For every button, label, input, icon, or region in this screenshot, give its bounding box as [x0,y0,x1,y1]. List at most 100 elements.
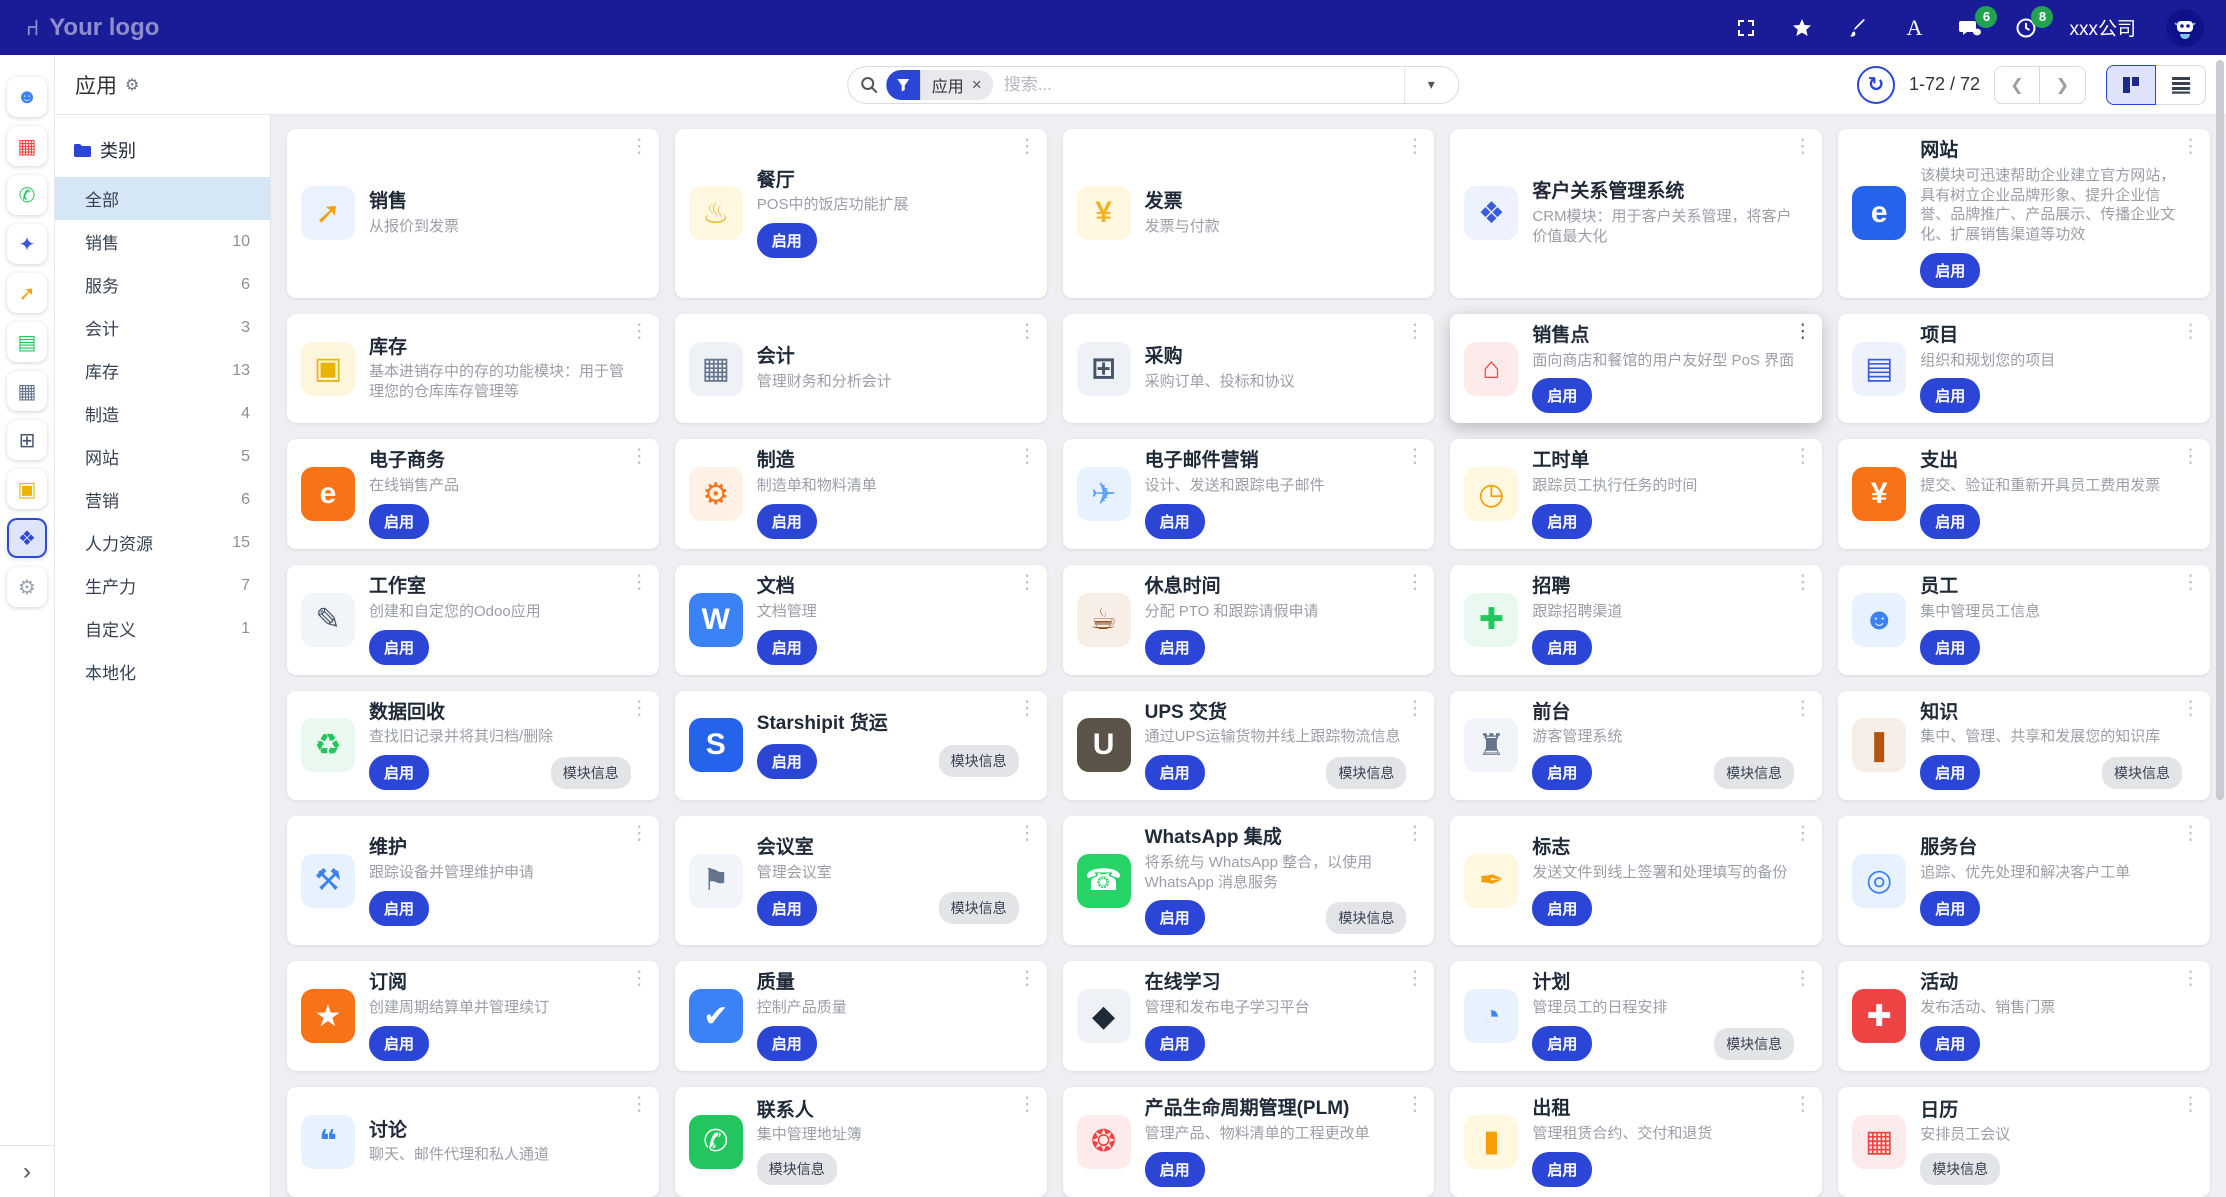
app-card[interactable]: ⋮⚑会议室管理会议室启用模块信息 [675,816,1047,945]
app-card[interactable]: ⋮W文档文档管理启用 [675,565,1047,675]
app-card[interactable]: ⋮UUPS 交货通过UPS运输货物并线上跟踪物流信息启用模块信息 [1063,691,1435,801]
gear-icon[interactable]: ⚙ [125,75,139,95]
enable-button[interactable]: 启用 [1145,755,1205,790]
rail-calculator-icon[interactable]: ▦ [7,371,47,411]
category-item[interactable]: 自定义1 [55,607,270,650]
app-card[interactable]: ⋮¥支出提交、验证和重新开具员工费用发票启用 [1838,439,2210,549]
kebab-menu-icon[interactable]: ⋮ [1405,447,1424,466]
kebab-menu-icon[interactable]: ⋮ [630,969,649,988]
app-card[interactable]: ⋮✈电子邮件营销设计、发送和跟踪电子邮件启用 [1063,439,1435,549]
app-card[interactable]: ⋮¥发票发票与付款 [1063,129,1435,298]
app-card[interactable]: ⋮❝讨论聊天、邮件代理和私人通道 [287,1087,659,1197]
kebab-menu-icon[interactable]: ⋮ [630,699,649,718]
kebab-menu-icon[interactable]: ⋮ [1405,322,1424,341]
app-card[interactable]: ⋮❖客户关系管理系统CRM模块：用于客户关系管理，将客户价值最大化 [1450,129,1822,298]
rail-cart-icon[interactable]: ⊞ [7,420,47,460]
kebab-menu-icon[interactable]: ⋮ [1018,573,1037,592]
enable-button[interactable]: 启用 [1920,891,1980,926]
enable-button[interactable]: 启用 [757,744,817,779]
category-item[interactable]: 服务6 [55,263,270,306]
kebab-menu-icon[interactable]: ⋮ [1018,969,1037,988]
enable-button[interactable]: 启用 [1532,891,1592,926]
collapse-rail-button[interactable]: › [0,1145,54,1197]
kebab-menu-icon[interactable]: ⋮ [1405,969,1424,988]
enable-button[interactable]: 启用 [1920,755,1980,790]
kebab-menu-icon[interactable]: ⋮ [2181,137,2200,156]
module-info-badge[interactable]: 模块信息 [2102,757,2182,789]
kebab-menu-icon[interactable]: ⋮ [2181,824,2200,843]
enable-button[interactable]: 启用 [1920,504,1980,539]
module-info-badge[interactable]: 模块信息 [939,892,1019,924]
kebab-menu-icon[interactable]: ⋮ [1793,322,1812,341]
kanban-view-button[interactable] [2106,65,2156,105]
rail-apps-icon[interactable]: ❖ [7,518,47,558]
app-card[interactable]: ⋮◔计划管理员工的日程安排启用模块信息 [1450,961,1822,1071]
font-icon[interactable]: A [1901,15,1927,41]
enable-button[interactable]: 启用 [1145,900,1205,935]
rail-dashboard-icon[interactable]: ➚ [7,273,47,313]
enable-button[interactable]: 启用 [1532,755,1592,790]
app-card[interactable]: ⋮◎服务台追踪、优先处理和解决客户工单启用 [1838,816,2210,945]
kebab-menu-icon[interactable]: ⋮ [1405,1095,1424,1114]
enable-button[interactable]: 启用 [1145,1152,1205,1187]
app-card[interactable]: ⋮➚销售从报价到发票 [287,129,659,298]
rail-settings-icon[interactable]: ⚙ [7,567,47,607]
enable-button[interactable]: 启用 [1920,1026,1980,1061]
enable-button[interactable]: 启用 [369,755,429,790]
enable-button[interactable]: 启用 [369,891,429,926]
kebab-menu-icon[interactable]: ⋮ [630,137,649,156]
chat-icon[interactable]: 6 [1957,15,1983,41]
app-card[interactable]: ⋮✚招聘跟踪招聘渠道启用 [1450,565,1822,675]
app-logo[interactable]: ⑁ Your logo [26,14,159,42]
kebab-menu-icon[interactable]: ⋮ [1018,137,1037,156]
module-info-badge[interactable]: 模块信息 [757,1153,837,1185]
kebab-menu-icon[interactable]: ⋮ [630,824,649,843]
app-card[interactable]: ⋮⚙制造制造单和物料清单启用 [675,439,1047,549]
list-view-button[interactable] [2156,65,2206,105]
rail-discuss-icon[interactable]: ☻ [7,77,47,117]
enable-button[interactable]: 启用 [1920,253,1980,288]
app-card[interactable]: ⋮◆在线学习管理和发布电子学习平台启用 [1063,961,1435,1071]
fullscreen-icon[interactable] [1733,15,1759,41]
enable-button[interactable]: 启用 [757,223,817,258]
brush-icon[interactable] [1845,15,1871,41]
kebab-menu-icon[interactable]: ⋮ [1793,573,1812,592]
kebab-menu-icon[interactable]: ⋮ [630,322,649,341]
pager-next-button[interactable]: ❯ [2040,66,2086,104]
app-card[interactable]: ⋮⊞采购采购订单、投标和协议 [1063,314,1435,424]
enable-button[interactable]: 启用 [1532,1026,1592,1061]
filter-chip[interactable]: 应用 × [886,70,994,100]
kebab-menu-icon[interactable]: ⋮ [1405,573,1424,592]
category-item[interactable]: 销售10 [55,220,270,263]
category-item[interactable]: 营销6 [55,478,270,521]
kebab-menu-icon[interactable]: ⋮ [2181,1095,2200,1114]
module-info-badge[interactable]: 模块信息 [1714,1028,1794,1060]
app-card[interactable]: ⋮★订阅创建周期结算单并管理续订启用 [287,961,659,1071]
app-card[interactable]: ⋮✎工作室创建和自定您的Odoo应用启用 [287,565,659,675]
search-input[interactable] [1004,75,1404,95]
kebab-menu-icon[interactable]: ⋮ [1018,824,1037,843]
app-card[interactable]: ⋮❚知识集中、管理、共享和发展您的知识库启用模块信息 [1838,691,2210,801]
app-card[interactable]: ⋮▮出租管理租赁合约、交付和退货启用 [1450,1087,1822,1197]
kebab-menu-icon[interactable]: ⋮ [1018,322,1037,341]
enable-button[interactable]: 启用 [369,1026,429,1061]
kebab-menu-icon[interactable]: ⋮ [1793,1095,1812,1114]
kebab-menu-icon[interactable]: ⋮ [1793,447,1812,466]
kebab-menu-icon[interactable]: ⋮ [1793,969,1812,988]
app-card[interactable]: ⋮♨餐厅POS中的饭店功能扩展启用 [675,129,1047,298]
enable-button[interactable]: 启用 [1532,1152,1592,1187]
activity-clock-icon[interactable]: 8 [2013,15,2039,41]
remove-filter-icon[interactable]: × [972,75,982,95]
app-card[interactable]: ⋮⚒维护跟踪设备并管理维护申请启用 [287,816,659,945]
enable-button[interactable]: 启用 [369,630,429,665]
app-card[interactable]: ⋮e电子商务在线销售产品启用 [287,439,659,549]
app-card[interactable]: ⋮✔质量控制产品质量启用 [675,961,1047,1071]
category-item[interactable]: 生产力7 [55,564,270,607]
enable-button[interactable]: 启用 [757,630,817,665]
app-card[interactable]: ⋮⌂销售点面向商店和餐馆的用户友好型 PoS 界面启用 [1450,314,1822,424]
enable-button[interactable]: 启用 [1145,504,1205,539]
app-card[interactable]: ⋮SStarshipit 货运启用模块信息 [675,691,1047,801]
module-info-badge[interactable]: 模块信息 [1326,902,1406,934]
kebab-menu-icon[interactable]: ⋮ [1018,699,1037,718]
enable-button[interactable]: 启用 [757,1026,817,1061]
